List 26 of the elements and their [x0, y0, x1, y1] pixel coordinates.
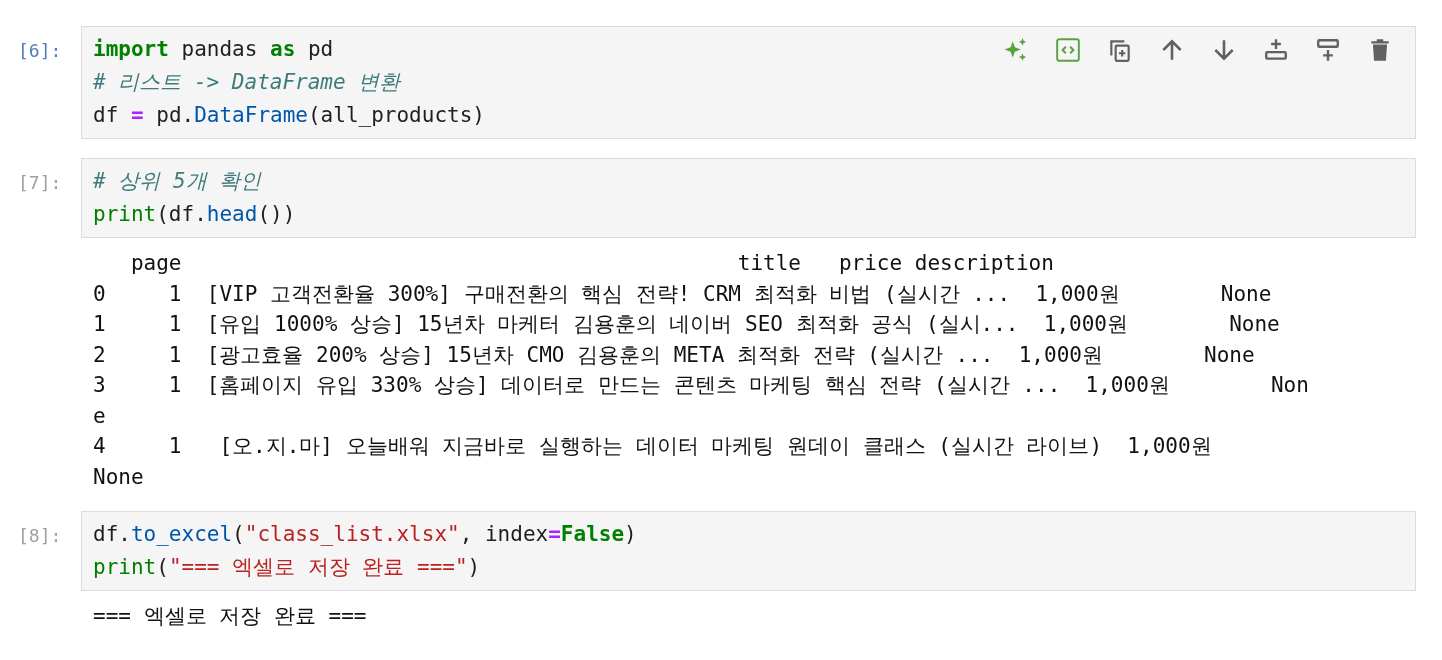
cell-prompt: [7]: [18, 172, 62, 193]
code-line: # 리스트 -> DataFrame 변환 [93, 69, 401, 96]
code-cell[interactable]: import pandas as pd # 리스트 -> DataFrame 변환 df = pd.DataFrame(all_products) [81, 26, 1416, 139]
code-line: df.to_excel("class_list.xlsx", index=False) [93, 521, 637, 548]
output-line: === 엑셀로 저장 완료 === [93, 603, 367, 630]
output-line: None [93, 463, 144, 491]
output-line: 1 1 [유입 1000% 상승] 15년차 마케터 김용훈의 네이버 SEO 최적화 공식 (실시... 1,000원 None [93, 311, 1280, 338]
code-line: df = pd.DataFrame(all_products) [93, 102, 485, 129]
insert-above-icon[interactable] [1263, 37, 1289, 63]
cell-prompt: [6]: [18, 40, 62, 61]
insert-below-icon[interactable] [1315, 37, 1341, 63]
code-icon[interactable] [1055, 37, 1081, 63]
code-line: print("=== 엑셀로 저장 완료 ===") [93, 554, 481, 581]
copy-plus-icon[interactable] [1107, 37, 1133, 63]
code-cell[interactable]: # 상위 5개 확인 print(df.head()) [81, 158, 1416, 238]
cell-prompt: [8]: [18, 525, 62, 546]
code-line: import pandas as pd [93, 36, 334, 63]
code-line: # 상위 5개 확인 [93, 168, 262, 195]
output-line: 0 1 [VIP 고객전환율 300%] 구매전환의 핵심 전략! CRM 최적화 비법 (실시간 ... 1,000원 None [93, 280, 1272, 308]
output-line: 3 1 [홈페이지 유입 330% 상승] 데이터로 만드는 콘텐츠 마케팅 핵심 전략 (실시간 ... 1,000원 Non [93, 372, 1309, 399]
output-line: 4 1 [오.지.마] 오늘배워 지금바로 실행하는 데이터 마케팅 원데이 클래스 (실시간 라이브) 1,000원 [93, 433, 1212, 460]
output-line: 2 1 [광고효율 200% 상승] 15년차 CMO 김용훈의 META 최적화 전략 (실시간 ... 1,000원 None [93, 341, 1255, 369]
code-cell[interactable]: df.to_excel("class_list.xlsx", index=False) print("=== 엑셀로 저장 완료 ===") [81, 511, 1416, 591]
output-line: page title price description [129, 250, 1054, 277]
code-line: print(df.head()) [93, 201, 296, 228]
output-line: e [93, 402, 106, 430]
